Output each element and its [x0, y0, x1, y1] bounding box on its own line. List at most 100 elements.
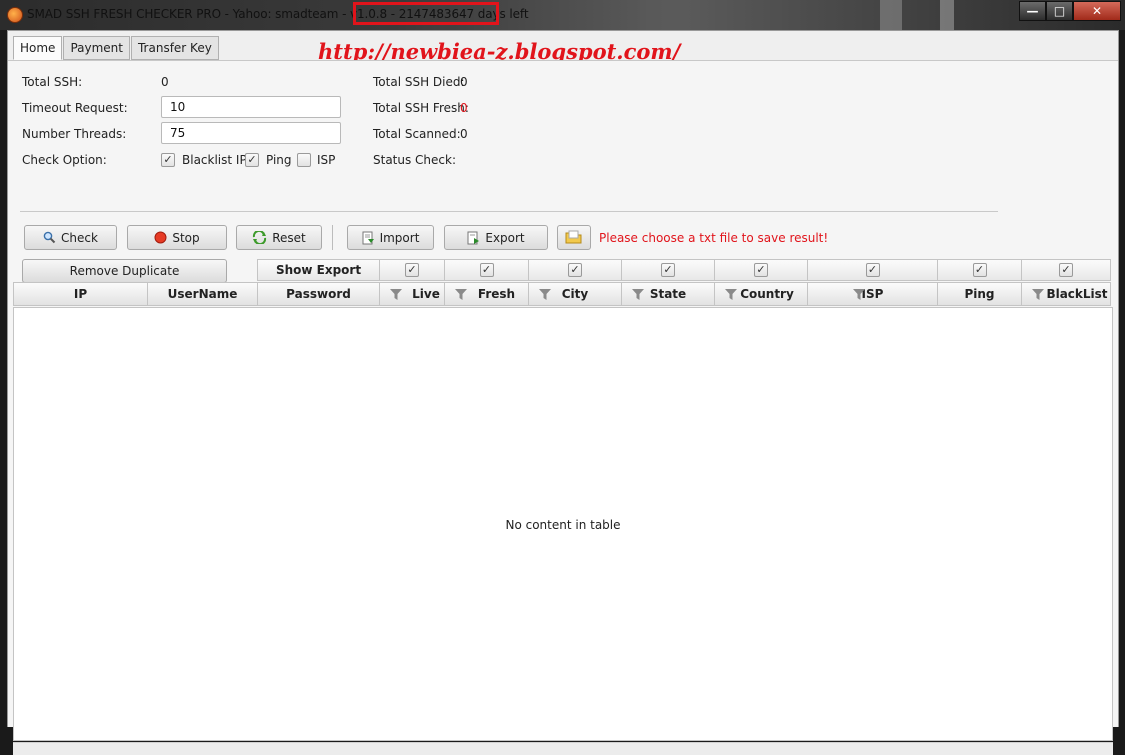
toolbar-separator — [332, 225, 333, 250]
column-city[interactable]: City — [529, 282, 622, 306]
divider — [20, 211, 998, 212]
stop-icon — [154, 231, 167, 244]
export-blacklist-checkbox[interactable]: ✓ — [1059, 263, 1073, 277]
filter-icon[interactable] — [455, 288, 467, 301]
search-icon — [43, 231, 56, 244]
isp-label: ISP — [317, 153, 336, 167]
reset-button-label: Reset — [272, 230, 306, 245]
import-button[interactable]: Import — [347, 225, 434, 250]
column-state-label: State — [649, 287, 687, 301]
export-ping-checkbox[interactable]: ✓ — [972, 263, 987, 277]
column-blacklist[interactable]: BlackList — [1022, 282, 1111, 306]
home-panel: Total SSH: 0 Timeout Request: 10 Number … — [8, 60, 1118, 755]
threads-label: Number Threads: — [22, 127, 127, 141]
show-export-label: Show Export — [257, 259, 380, 281]
column-state[interactable]: State — [622, 282, 715, 306]
export-city-checkbox[interactable]: ✓ — [568, 263, 582, 277]
checkmark-icon: ✓ — [163, 153, 173, 166]
check-option-label: Check Option: — [22, 153, 107, 167]
maximize-button[interactable]: □ — [1046, 1, 1073, 21]
export-fresh-checkbox[interactable]: ✓ — [479, 263, 494, 277]
export-isp-checkbox[interactable]: ✓ — [865, 263, 880, 277]
bottom-strip — [13, 742, 1113, 755]
app-icon — [7, 7, 23, 23]
column-blacklist-label: BlackList — [1046, 287, 1108, 301]
blacklist-ip-label: Blacklist IP — [182, 153, 247, 167]
filter-icon[interactable] — [1032, 288, 1044, 301]
column-fresh-label: Fresh — [477, 287, 516, 301]
fresh-label: Total SSH Fresh: — [373, 101, 469, 115]
column-live[interactable]: Live — [380, 282, 445, 306]
column-city-label: City — [561, 287, 589, 301]
background-glare — [940, 0, 954, 30]
stop-button[interactable]: Stop — [127, 225, 227, 250]
threads-input[interactable]: 75 — [161, 122, 341, 144]
import-button-label: Import — [379, 230, 420, 245]
column-ip[interactable]: IP — [13, 282, 148, 306]
died-label: Total SSH Died: — [373, 75, 465, 89]
tab-transfer-key[interactable]: Transfer Key — [130, 36, 219, 60]
column-username[interactable]: UserName — [148, 282, 258, 306]
title-bar: SMAD SSH FRESH CHECKER PRO - Yahoo: smad… — [0, 0, 1125, 30]
save-warning: Please choose a txt file to save result! — [599, 231, 829, 245]
background-glare — [640, 0, 700, 30]
scanned-value: 0 — [460, 127, 468, 141]
app-window: Home Payment Transfer Key http://newbiea… — [7, 30, 1119, 755]
remove-duplicate-button[interactable]: Remove Duplicate — [22, 259, 227, 283]
total-ssh-label: Total SSH: — [22, 75, 83, 89]
status-label: Status Check: — [373, 153, 457, 167]
check-button-label: Check — [61, 230, 98, 245]
minimize-button[interactable]: — — [1019, 1, 1046, 21]
remove-duplicate-label: Remove Duplicate — [69, 264, 180, 278]
column-isp[interactable]: ISP — [808, 282, 938, 306]
ping-checkbox[interactable]: ✓ — [245, 153, 259, 167]
export-icon — [467, 231, 480, 244]
choose-file-button[interactable] — [557, 225, 591, 250]
filter-icon[interactable] — [539, 288, 551, 301]
column-ping[interactable]: Ping — [938, 282, 1022, 306]
column-live-label: Live — [412, 287, 440, 301]
checkmark-icon: ✓ — [247, 153, 257, 166]
export-state-checkbox[interactable]: ✓ — [661, 263, 675, 277]
check-button[interactable]: Check — [24, 225, 117, 250]
reset-button[interactable]: Reset — [236, 225, 322, 250]
refresh-icon — [253, 231, 267, 244]
tab-payment[interactable]: Payment — [63, 36, 130, 60]
minimize-icon: — — [1026, 4, 1039, 18]
ping-label: Ping — [266, 153, 292, 167]
export-button-label: Export — [485, 230, 525, 245]
close-button[interactable]: ✕ — [1073, 1, 1121, 21]
stop-button-label: Stop — [172, 230, 200, 245]
export-cell-city: ✓ — [529, 259, 622, 281]
export-cell-live: ✓ — [380, 259, 445, 281]
timeout-input[interactable]: 10 — [161, 96, 341, 118]
column-password[interactable]: Password — [258, 282, 380, 306]
title-highlight-box — [353, 2, 499, 25]
column-country[interactable]: Country — [715, 282, 808, 306]
background-glare — [880, 0, 902, 30]
total-ssh-value: 0 — [161, 75, 169, 89]
export-cell-isp: ✓ — [808, 259, 938, 281]
export-cell-fresh: ✓ — [445, 259, 529, 281]
blacklist-ip-checkbox[interactable]: ✓ — [161, 153, 175, 167]
export-live-checkbox[interactable]: ✓ — [405, 263, 419, 277]
export-country-checkbox[interactable]: ✓ — [754, 263, 768, 277]
filter-icon[interactable] — [725, 288, 737, 301]
tab-home[interactable]: Home — [13, 36, 63, 60]
export-cell-blacklist: ✓ — [1022, 259, 1111, 281]
results-table-body[interactable]: No content in table — [13, 307, 1113, 741]
died-value: 0 — [460, 75, 468, 89]
import-icon — [362, 231, 374, 244]
export-cell-country: ✓ — [715, 259, 808, 281]
close-icon: ✕ — [1091, 4, 1103, 18]
isp-checkbox[interactable] — [297, 153, 311, 167]
column-fresh[interactable]: Fresh — [445, 282, 529, 306]
tab-bar: Home Payment Transfer Key — [13, 36, 220, 60]
filter-icon[interactable] — [853, 288, 865, 301]
export-button[interactable]: Export — [444, 225, 548, 250]
filter-icon[interactable] — [632, 288, 644, 301]
filter-icon[interactable] — [390, 288, 402, 301]
scanned-label: Total Scanned: — [373, 127, 461, 141]
empty-table-message: No content in table — [505, 518, 621, 532]
export-cell-state: ✓ — [622, 259, 715, 281]
